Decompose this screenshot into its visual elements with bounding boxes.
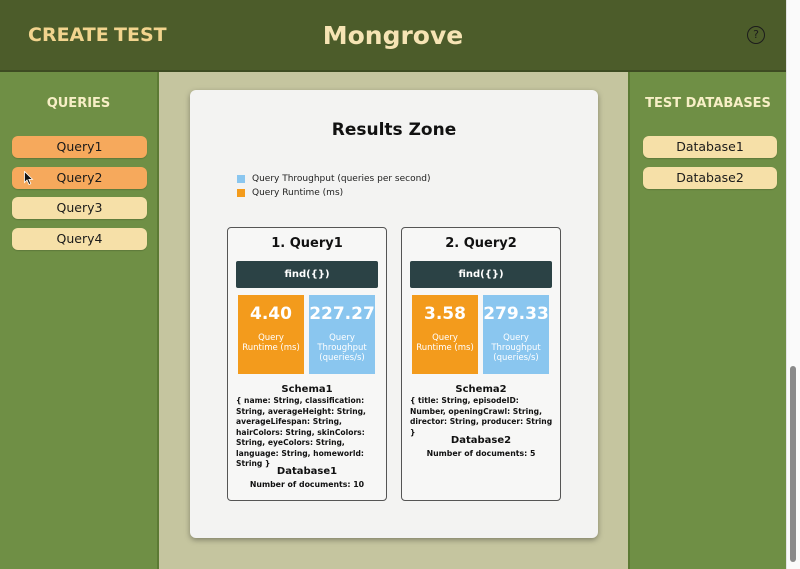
app-header: CREATE TEST Mongrove ?: [0, 0, 786, 72]
runtime-value: 3.58: [424, 304, 466, 324]
mouse-cursor-icon: [24, 171, 34, 185]
database-item-1[interactable]: Database1: [643, 136, 777, 158]
schema-name: Schema2: [455, 384, 507, 395]
throughput-value: 279.33: [483, 304, 549, 324]
runtime-metric: 3.58 Query Runtime (ms): [412, 295, 478, 374]
runtime-label: Query Runtime (ms): [416, 333, 474, 353]
database-item-2[interactable]: Database2: [643, 167, 777, 189]
legend-swatch-throughput: [237, 175, 245, 183]
document-count: Number of documents: 5: [426, 449, 536, 458]
help-icon[interactable]: ?: [747, 26, 765, 44]
app-title: Mongrove: [322, 21, 464, 50]
schema-definition: { name: String, classification: String, …: [236, 396, 366, 468]
query-result-card-1: 1. Query1 find({}) 4.40 Query Runtime (m…: [227, 227, 387, 501]
test-databases-sidebar: TEST DATABASES Database1 Database2: [628, 72, 786, 569]
legend-swatch-runtime: [237, 189, 245, 197]
query-item-4[interactable]: Query4: [12, 228, 147, 250]
throughput-label: Query Throughput (queries/s): [491, 333, 541, 363]
test-databases-heading: TEST DATABASES: [645, 96, 771, 111]
query-result-card-2: 2. Query2 find({}) 3.58 Query Runtime (m…: [401, 227, 561, 501]
throughput-metric: 279.33 Query Throughput (queries/s): [483, 295, 549, 374]
query-item-1[interactable]: Query1: [12, 136, 147, 158]
query-item-3[interactable]: Query3: [12, 197, 147, 219]
query-code: find({}): [236, 261, 378, 288]
database-name: Database2: [450, 435, 512, 446]
document-count: Number of documents: 10: [249, 480, 365, 489]
results-zone: Results Zone Query Throughput (queries p…: [190, 90, 598, 538]
schema-definition: { title: String, episodeID: Number, open…: [410, 396, 553, 437]
query-result-title: 2. Query2: [445, 236, 517, 251]
runtime-metric: 4.40 Query Runtime (ms): [238, 295, 304, 374]
throughput-label: Query Throughput (queries/s): [317, 333, 367, 363]
runtime-value: 4.40: [250, 304, 292, 324]
scrollbar-thumb[interactable]: [790, 366, 796, 562]
legend-label-runtime: Query Runtime (ms): [252, 188, 344, 198]
throughput-metric: 227.27 Query Throughput (queries/s): [309, 295, 375, 374]
runtime-label: Query Runtime (ms): [242, 333, 300, 353]
database-name: Database1: [276, 466, 338, 477]
queries-sidebar: QUERIES Query1 Query2 Query3 Query4: [0, 72, 159, 569]
results-title: Results Zone: [331, 120, 457, 140]
queries-heading: QUERIES: [46, 96, 111, 111]
query-result-title: 1. Query1: [271, 236, 343, 251]
legend-label-throughput: Query Throughput (queries per second): [252, 174, 431, 184]
query-code: find({}): [410, 261, 552, 288]
schema-name: Schema1: [281, 384, 333, 395]
throughput-value: 227.27: [309, 304, 375, 324]
